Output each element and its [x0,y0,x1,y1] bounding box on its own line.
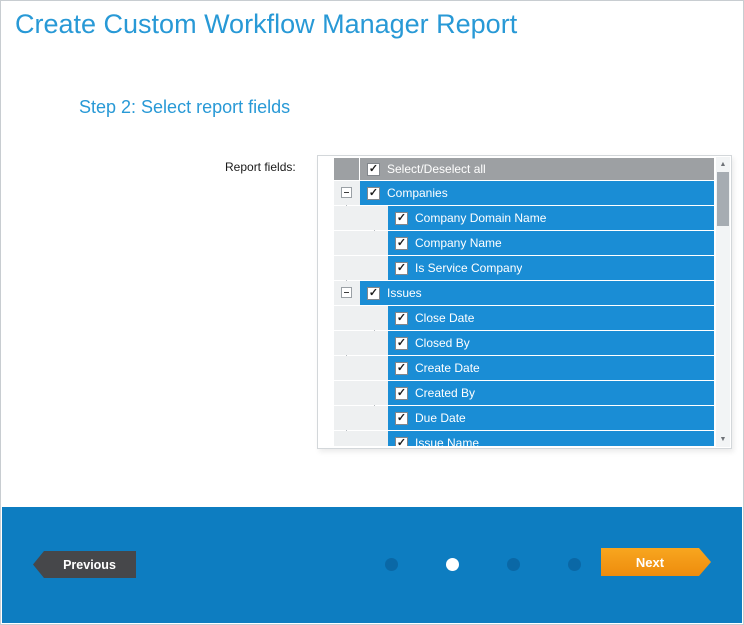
select-all-cell[interactable]: Select/Deselect all [360,158,714,180]
tree-row-label: Closed By [415,336,470,350]
tree-row-group-issues[interactable]: Issues [334,281,714,305]
tree-row-label: Issue Name [415,436,479,446]
page-title: Create Custom Workflow Manager Report [15,9,517,40]
next-button-label: Next [636,555,664,570]
tree-row-field[interactable]: Company Name [334,231,714,255]
tree-row-cell[interactable]: Company Name [388,231,714,255]
tree-row-group-companies[interactable]: Companies [334,181,714,205]
tree-row-label: Company Name [415,236,502,250]
vertical-scrollbar[interactable]: ▲ ▼ [716,157,730,447]
tree-row-label: Due Date [415,411,466,425]
tree-row-label: Create Date [415,361,480,375]
checkbox-checked-icon[interactable] [395,337,408,350]
checkbox-checked-icon[interactable] [395,412,408,425]
tree-row-label: Issues [387,286,422,300]
tree-gutter [334,406,388,430]
tree-gutter [334,381,388,405]
tree-row-cell[interactable]: Close Date [388,306,714,330]
checkbox-checked-icon[interactable] [395,262,408,275]
scrollbar-thumb[interactable] [717,172,729,226]
tree-row-label: Created By [415,386,475,400]
checkbox-checked-icon[interactable] [395,237,408,250]
tree-row-label: Company Domain Name [415,211,546,225]
previous-button[interactable]: Previous [33,551,136,578]
step-dot-active [446,558,459,571]
select-all-checkbox-checked-icon[interactable] [367,163,380,176]
tree-row-cell[interactable]: Issue Name [388,431,714,446]
select-all-row[interactable]: Select/Deselect all [334,158,714,180]
wizard-window: Create Custom Workflow Manager Report St… [0,0,744,625]
tree-gutter [334,331,388,355]
scroll-up-icon[interactable]: ▲ [716,157,730,172]
checkbox-checked-icon[interactable] [395,212,408,225]
tree-row-field[interactable]: Created By [334,381,714,405]
tree-gutter [334,281,360,305]
tree-row-cell[interactable]: Company Domain Name [388,206,714,230]
tree-row-cell[interactable]: Create Date [388,356,714,380]
tree-gutter [334,206,388,230]
tree-row-field[interactable]: Closed By [334,331,714,355]
step-dot [385,558,398,571]
header-gutter [334,158,359,180]
checkbox-checked-icon[interactable] [395,362,408,375]
tree-row-cell[interactable]: Due Date [388,406,714,430]
tree-row-cell[interactable]: Companies [360,181,714,205]
tree-row-cell[interactable]: Issues [360,281,714,305]
report-fields-label: Report fields: [225,160,296,174]
tree-row-label: Is Service Company [415,261,522,275]
tree-gutter [334,181,360,205]
checkbox-checked-icon[interactable] [367,187,380,200]
tree-content: Select/Deselect all Companies Company Do… [334,158,714,446]
tree-row-field[interactable]: Create Date [334,356,714,380]
wizard-footer: Previous Next [2,507,742,623]
tree-row-field[interactable]: Issue Name [334,431,714,446]
tree-gutter [334,256,388,280]
step-dot [507,558,520,571]
tree-gutter [334,231,388,255]
tree-row-label: Companies [387,186,448,200]
tree-gutter [334,431,388,446]
step-title: Step 2: Select report fields [79,97,290,118]
tree-gutter [334,306,388,330]
tree-row-field[interactable]: Is Service Company [334,256,714,280]
tree-row-field[interactable]: Close Date [334,306,714,330]
step-indicator [385,558,581,571]
tree-row-cell[interactable]: Closed By [388,331,714,355]
tree-gutter [334,356,388,380]
collapse-minus-icon[interactable] [341,287,352,298]
select-all-label: Select/Deselect all [387,162,486,176]
checkbox-checked-icon[interactable] [395,437,408,447]
checkbox-checked-icon[interactable] [395,387,408,400]
checkbox-checked-icon[interactable] [395,312,408,325]
tree-row-cell[interactable]: Created By [388,381,714,405]
tree-row-field[interactable]: Company Domain Name [334,206,714,230]
collapse-minus-icon[interactable] [341,187,352,198]
scroll-down-icon[interactable]: ▼ [716,432,730,447]
tree-row-field[interactable]: Due Date [334,406,714,430]
tree-row-cell[interactable]: Is Service Company [388,256,714,280]
next-button[interactable]: Next [601,548,711,576]
step-dot [568,558,581,571]
previous-button-label: Previous [63,558,116,572]
checkbox-checked-icon[interactable] [367,287,380,300]
report-fields-tree: Select/Deselect all Companies Company Do… [317,155,732,449]
tree-row-label: Close Date [415,311,474,325]
